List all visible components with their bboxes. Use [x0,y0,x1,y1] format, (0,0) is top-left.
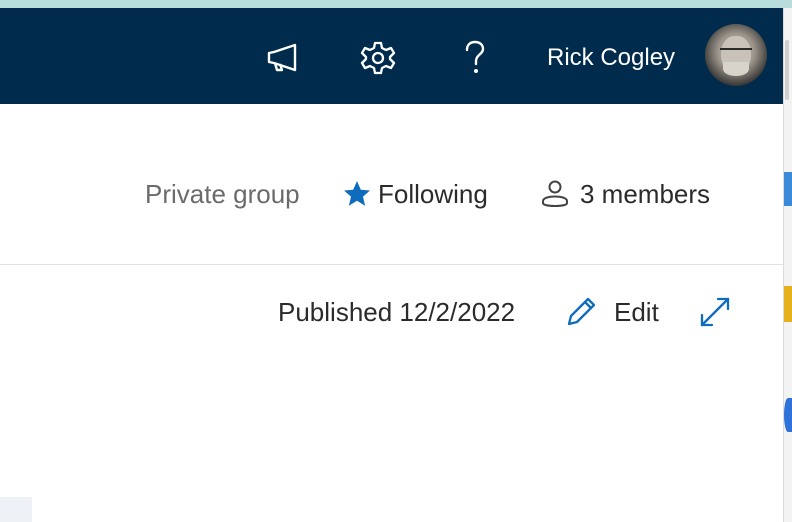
members-label: 3 members [580,178,711,209]
megaphone-icon [267,43,297,72]
published-date: Published 12/2/2022 [278,296,516,327]
group-privacy: Private group [145,178,300,209]
gear-icon [360,41,396,75]
following-label: Following [378,178,488,209]
edge-keep-icon [784,286,792,322]
help-button[interactable] [455,38,495,78]
edit-button[interactable]: Edit [564,294,659,330]
suite-header: Rick Cogley [0,8,783,104]
avatar[interactable] [705,24,767,86]
avatar-glasses [720,48,752,58]
content-edge [0,497,32,522]
settings-button[interactable] [358,38,398,78]
following-button[interactable]: Following [342,176,488,212]
edit-label: Edit [614,296,659,327]
avatar-beard [723,62,749,76]
whats-new-button[interactable] [263,38,303,78]
expand-icon [700,297,730,327]
user-name[interactable]: Rick Cogley [547,44,675,72]
expand-button[interactable] [698,294,732,330]
scrollbar-thumb[interactable] [785,40,789,100]
help-icon [465,40,485,73]
person-icon [542,180,568,207]
pencil-icon [567,297,596,326]
edge-tasks-icon [784,398,792,432]
star-icon [344,181,370,206]
members-button[interactable]: 3 members [540,176,710,212]
browser-top-strip [0,0,792,8]
section-divider [0,264,783,265]
edge-calendar-icon [784,172,792,206]
